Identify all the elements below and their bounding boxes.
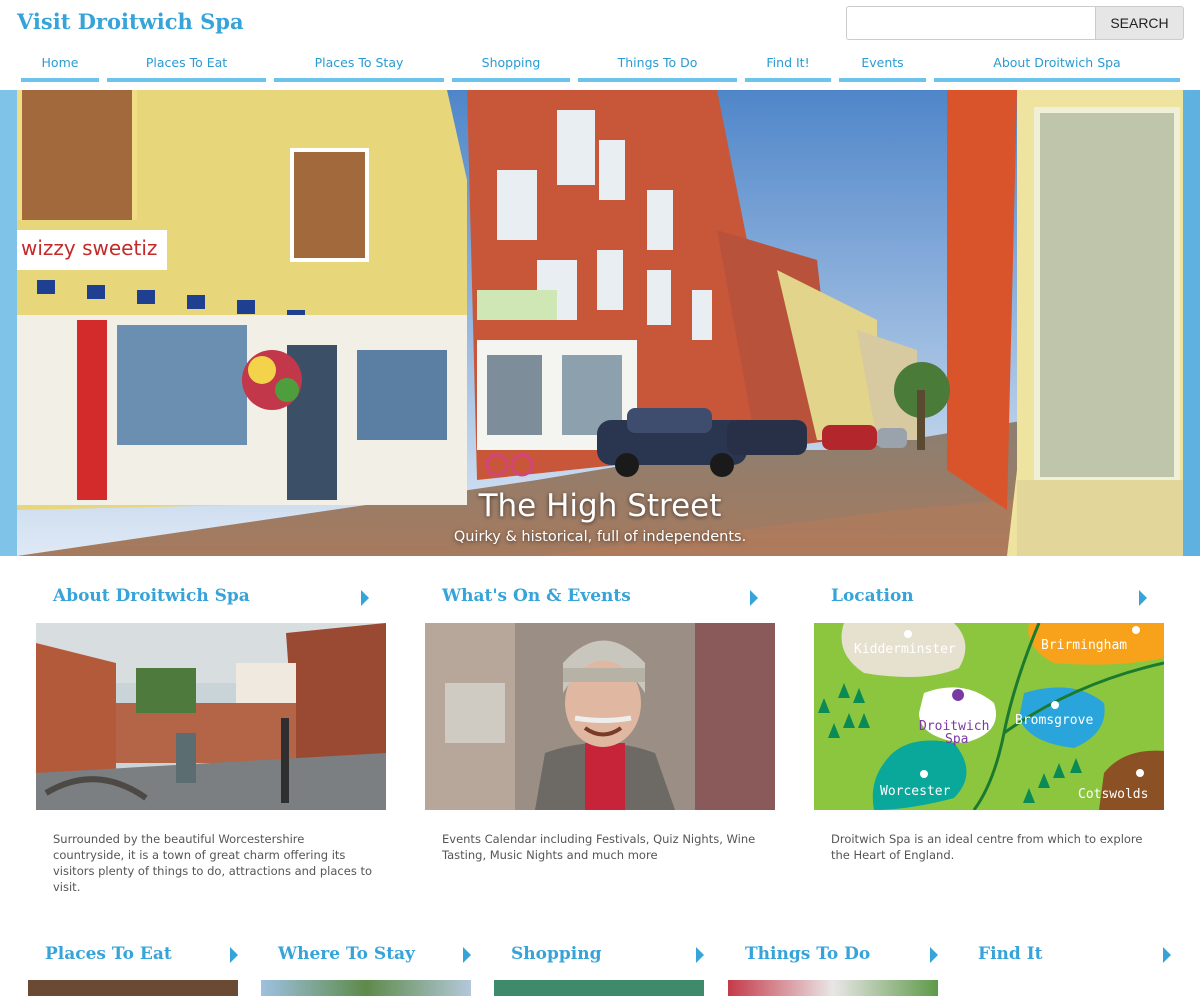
- tile-image[interactable]: [494, 980, 704, 996]
- nav-places-to-stay[interactable]: Places To Stay: [274, 52, 444, 82]
- main-nav: Home Places To Eat Places To Stay Shoppi…: [0, 52, 1200, 82]
- arrow-right-icon[interactable]: [696, 947, 704, 963]
- nav-home[interactable]: Home: [21, 52, 99, 82]
- search-button[interactable]: SEARCH: [1095, 6, 1184, 40]
- arrow-right-icon[interactable]: [361, 590, 369, 606]
- map-label-bromsgrove: Bromsgrove: [1015, 713, 1093, 728]
- map-label-cotswolds: Cotswolds: [1078, 787, 1148, 802]
- card-description: Droitwich Spa is an ideal centre from wh…: [831, 832, 1143, 862]
- hero-image: wizzy sweetiz: [17, 90, 1183, 556]
- map-label-birmingham: Brirmingham: [1041, 638, 1127, 653]
- search-form: SEARCH: [846, 6, 1184, 40]
- tile-title[interactable]: Where To Stay: [278, 944, 415, 964]
- card-description: Events Calendar including Festivals, Qui…: [442, 832, 756, 862]
- hero-subtitle: Quirky & historical, full of independent…: [453, 529, 747, 545]
- tile-shopping[interactable]: Shopping: [494, 944, 704, 996]
- card-image-events[interactable]: [425, 623, 775, 810]
- tile-header[interactable]: Where To Stay: [278, 944, 471, 968]
- nav-things-to-do[interactable]: Things To Do: [578, 52, 737, 82]
- tile-header[interactable]: Find It: [978, 944, 1171, 968]
- tile-image[interactable]: [261, 980, 471, 996]
- nav-about[interactable]: About Droitwich Spa: [934, 52, 1180, 82]
- nav-places-to-eat[interactable]: Places To Eat: [107, 52, 266, 82]
- arrow-right-icon[interactable]: [750, 590, 758, 606]
- nav-events[interactable]: Events: [839, 52, 926, 82]
- map-label-worcester: Worcester: [880, 784, 951, 799]
- arrow-right-icon[interactable]: [463, 947, 471, 963]
- tile-header[interactable]: Places To Eat: [45, 944, 238, 968]
- tile-image[interactable]: [28, 980, 238, 996]
- tile-title[interactable]: Things To Do: [745, 944, 870, 964]
- card-header[interactable]: Location: [831, 586, 1147, 612]
- map-label-kidderminster: Kidderminster: [854, 642, 956, 657]
- card-image-about[interactable]: [36, 623, 386, 810]
- arrow-right-icon[interactable]: [230, 947, 238, 963]
- card-header[interactable]: What's On & Events: [442, 586, 758, 612]
- tile-find-it[interactable]: Find It: [961, 944, 1171, 968]
- tile-image[interactable]: [728, 980, 938, 996]
- site-title[interactable]: Visit Droitwich Spa: [17, 9, 244, 34]
- tile-where-to-stay[interactable]: Where To Stay: [261, 944, 471, 996]
- tile-things-to-do[interactable]: Things To Do: [728, 944, 938, 996]
- nav-find-it[interactable]: Find It!: [745, 52, 831, 82]
- card-title[interactable]: Location: [831, 586, 914, 606]
- arrow-right-icon[interactable]: [1139, 590, 1147, 606]
- hero-title: The High Street: [478, 488, 722, 524]
- tile-title[interactable]: Find It: [978, 944, 1043, 964]
- tile-title[interactable]: Places To Eat: [45, 944, 172, 964]
- tile-title[interactable]: Shopping: [511, 944, 601, 964]
- shop-sign-text: wizzy sweetiz: [21, 236, 157, 260]
- card-header[interactable]: About Droitwich Spa: [53, 586, 369, 612]
- tile-places-to-eat[interactable]: Places To Eat: [28, 944, 238, 996]
- arrow-right-icon[interactable]: [930, 947, 938, 963]
- location-map[interactable]: Kidderminster Brirmingham Bromsgrove Wor…: [814, 623, 1164, 810]
- card-title[interactable]: About Droitwich Spa: [53, 586, 250, 606]
- nav-shopping[interactable]: Shopping: [452, 52, 570, 82]
- card-title[interactable]: What's On & Events: [442, 586, 631, 606]
- tile-header[interactable]: Shopping: [511, 944, 704, 968]
- hero-banner[interactable]: wizzy sweetiz The High Street Quirky & h…: [0, 90, 1200, 556]
- search-input[interactable]: [846, 6, 1095, 40]
- tile-header[interactable]: Things To Do: [745, 944, 938, 968]
- card-location[interactable]: Location Kidderminster Brirmingham Broms…: [814, 586, 1164, 862]
- card-events[interactable]: What's On & Events Events Calendar inclu…: [425, 586, 775, 862]
- map-label-spa: Spa: [945, 732, 968, 747]
- card-description: Surrounded by the beautiful Worcestershi…: [53, 832, 373, 894]
- arrow-right-icon[interactable]: [1163, 947, 1171, 963]
- card-about[interactable]: About Droitwich Spa Surrounded by the be…: [36, 586, 386, 894]
